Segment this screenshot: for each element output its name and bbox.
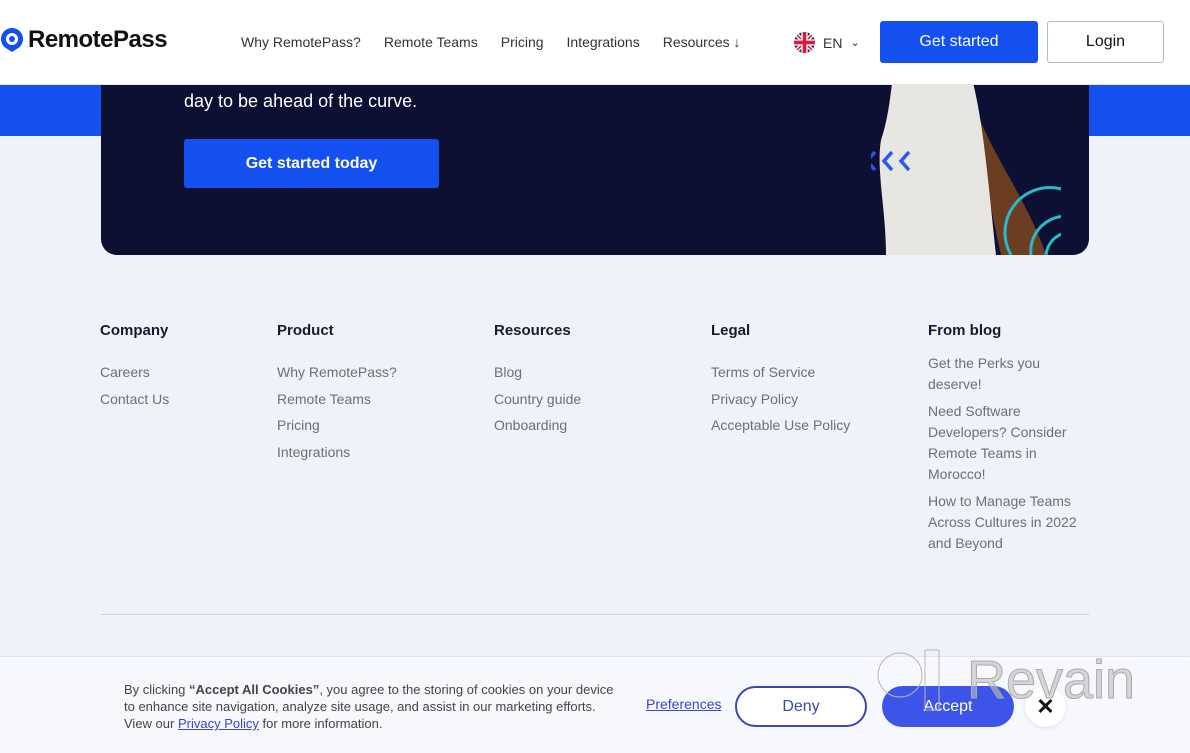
nav-integrations[interactable]: Integrations xyxy=(567,34,640,50)
footer-heading: Company xyxy=(100,322,169,339)
nav-pricing[interactable]: Pricing xyxy=(501,34,544,50)
location-pin-icon xyxy=(0,27,24,52)
footer-link-contact[interactable]: Contact Us xyxy=(100,386,169,413)
main-nav: Why RemotePass? Remote Teams Pricing Int… xyxy=(241,34,741,50)
blog-link[interactable]: How to Manage Teams Across Cultures in 2… xyxy=(928,491,1093,553)
footer-link[interactable]: Why RemotePass? xyxy=(277,359,397,386)
site-header: RemotePass Why RemotePass? Remote Teams … xyxy=(0,0,1190,85)
uk-flag-icon xyxy=(794,32,815,53)
get-started-today-button[interactable]: Get started today xyxy=(184,139,439,188)
footer-link[interactable]: Blog xyxy=(494,359,581,386)
footer-product: Product Why RemotePass? Remote Teams Pri… xyxy=(277,322,397,465)
footer-divider xyxy=(101,614,1089,615)
cookie-message: By clicking “Accept All Cookies”, you ag… xyxy=(124,681,614,732)
login-button[interactable]: Login xyxy=(1047,21,1164,63)
footer-blog: From blog Get the Perks you deserve! Nee… xyxy=(928,322,1093,560)
footer-link[interactable]: Privacy Policy xyxy=(711,386,850,413)
footer-link[interactable]: Acceptable Use Policy xyxy=(711,412,850,439)
footer-resources: Resources Blog Country guide Onboarding xyxy=(494,322,581,439)
banner-text: day to be ahead of the curve. xyxy=(184,91,418,111)
blog-link[interactable]: Get the Perks you deserve! xyxy=(928,353,1093,394)
footer-heading: Legal xyxy=(711,322,751,339)
accept-button[interactable]: Accept xyxy=(882,686,1014,727)
footer-link[interactable]: Remote Teams xyxy=(277,386,397,413)
person-image xyxy=(871,60,1061,255)
blog-link[interactable]: Need Software Developers? Consider Remot… xyxy=(928,401,1093,484)
arrow-down-icon: ↓ xyxy=(733,34,741,50)
close-icon[interactable]: ✕ xyxy=(1025,686,1066,727)
cookie-banner: By clicking “Accept All Cookies”, you ag… xyxy=(0,656,1190,753)
footer-heading: Resources xyxy=(494,322,571,339)
nav-remote-teams[interactable]: Remote Teams xyxy=(384,34,478,50)
footer-heading: Product xyxy=(277,322,334,339)
brand-name: RemotePass xyxy=(28,26,168,53)
language-label: EN xyxy=(823,34,843,51)
nav-resources[interactable]: Resources ↓ xyxy=(663,34,741,50)
footer-heading: From blog xyxy=(928,322,1002,339)
footer-link-careers[interactable]: Careers xyxy=(100,359,169,386)
cookie-bold: “Accept All Cookies” xyxy=(189,682,320,697)
footer-link[interactable]: Pricing xyxy=(277,412,397,439)
footer-company: Company Careers Contact Us xyxy=(100,322,169,412)
language-selector[interactable]: EN ⌄ xyxy=(794,32,860,53)
cta-banner: day to be ahead of the curve. Get starte… xyxy=(101,60,1089,255)
deny-button[interactable]: Deny xyxy=(735,686,867,727)
privacy-policy-link[interactable]: Privacy Policy xyxy=(178,716,259,731)
chevron-down-icon: ⌄ xyxy=(850,37,860,49)
footer-link[interactable]: Onboarding xyxy=(494,412,581,439)
footer-link[interactable]: Country guide xyxy=(494,386,581,413)
cookie-text: for more information. xyxy=(258,716,383,731)
footer-link[interactable]: Integrations xyxy=(277,439,397,466)
get-started-button[interactable]: Get started xyxy=(880,21,1038,63)
logo[interactable]: RemotePass xyxy=(0,26,168,54)
nav-resources-label: Resources xyxy=(662,34,730,50)
cookie-text: By clicking xyxy=(124,682,190,697)
footer-legal: Legal Terms of Service Privacy Policy Ac… xyxy=(711,322,850,439)
preferences-link[interactable]: Preferences xyxy=(646,696,721,712)
footer-link[interactable]: Terms of Service xyxy=(711,359,850,386)
nav-why[interactable]: Why RemotePass? xyxy=(241,34,361,50)
